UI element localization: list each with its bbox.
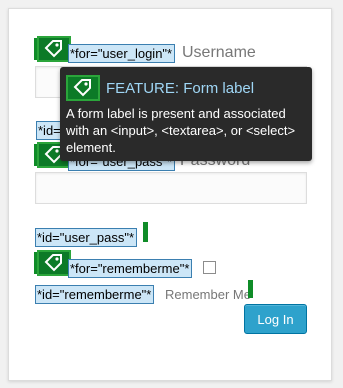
tooltip-title: FEATURE: Form label <box>106 79 255 97</box>
feature-tooltip: FEATURE: Form label A form label is pres… <box>60 67 312 161</box>
login-button[interactable]: Log In <box>244 304 307 334</box>
annotation-for-rememberme: *for="rememberme"* <box>68 259 193 278</box>
remember-me-label[interactable]: Remember Me <box>165 287 251 302</box>
remember-me-checkbox[interactable] <box>203 261 216 274</box>
tooltip-body: A form label is present and associated w… <box>66 106 296 155</box>
annotation-for-user-login: *for="user_login"* <box>68 44 176 63</box>
annotation-id-rememberme: *id="rememberme"* <box>35 285 155 304</box>
tag-icon <box>37 250 71 276</box>
password-field[interactable] <box>35 172 307 204</box>
annotation-bracket <box>248 280 253 298</box>
tag-icon <box>37 36 71 62</box>
tag-icon <box>66 75 100 101</box>
tooltip-header: FEATURE: Form label <box>66 75 254 101</box>
username-label: Username <box>182 44 256 61</box>
annotation-bracket <box>143 222 148 242</box>
annotation-id-user-pass: *id="user_pass"* <box>35 228 138 247</box>
